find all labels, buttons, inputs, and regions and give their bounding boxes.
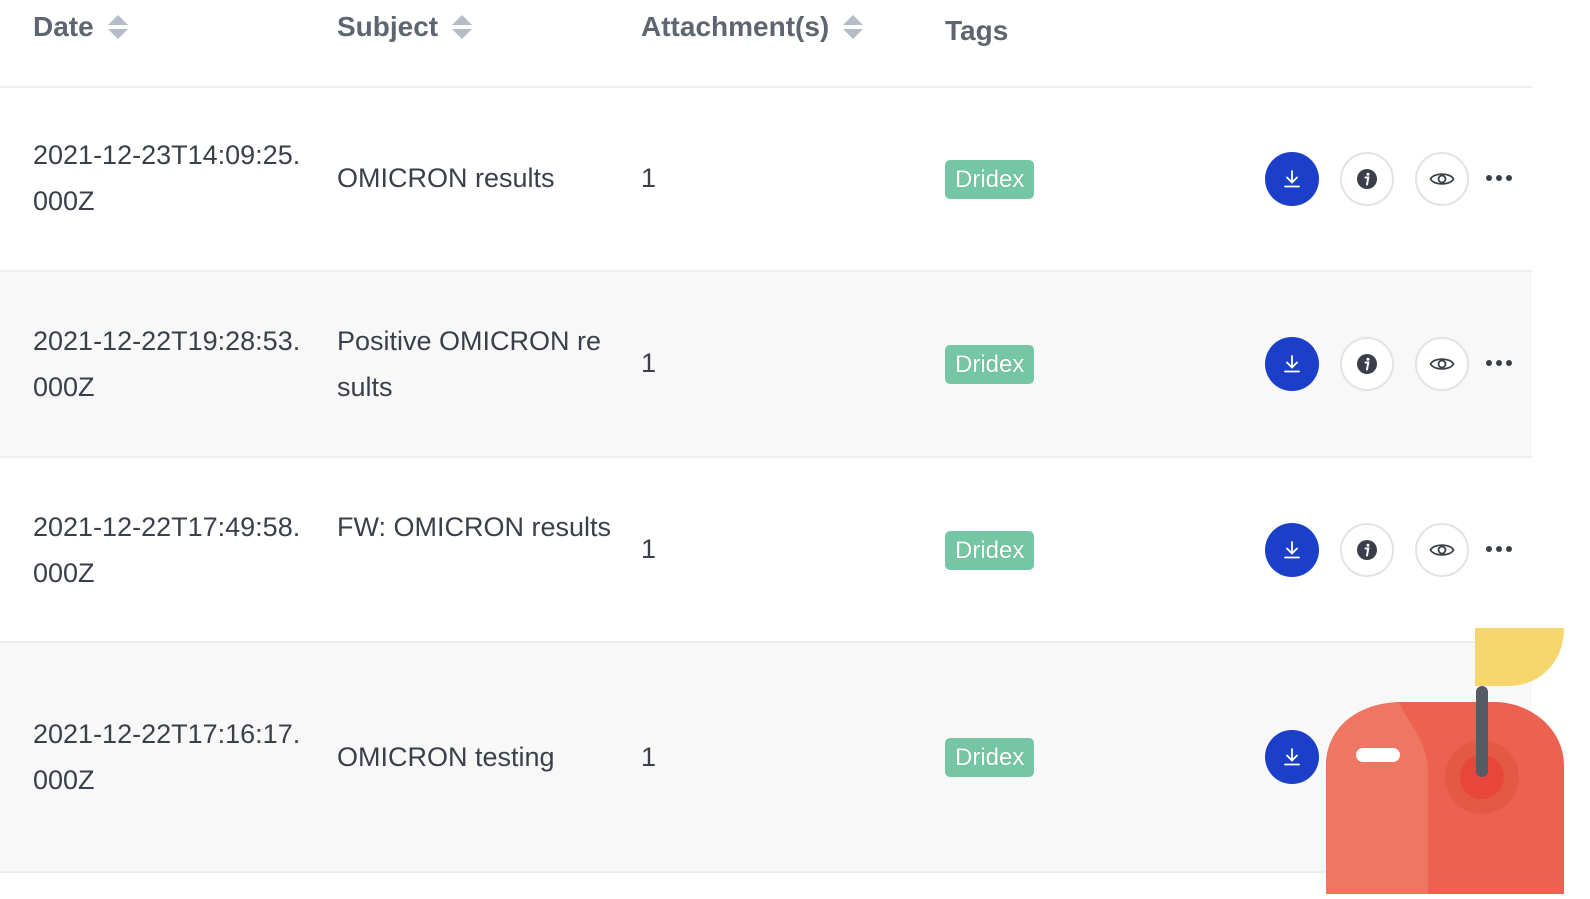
info-button[interactable] bbox=[1340, 523, 1394, 577]
sort-icon[interactable] bbox=[843, 14, 864, 40]
eye-icon bbox=[1429, 358, 1455, 370]
download-icon bbox=[1284, 355, 1300, 373]
info-button[interactable] bbox=[1340, 337, 1394, 391]
email-subject[interactable]: OMICRON results bbox=[337, 155, 612, 201]
attachment-count: 1 bbox=[641, 742, 657, 772]
download-icon bbox=[1284, 748, 1300, 766]
column-header-date[interactable]: Date bbox=[33, 10, 128, 44]
email-date: 2021-12-22T19:28:53.000Z bbox=[33, 326, 301, 402]
download-button[interactable] bbox=[1265, 730, 1319, 784]
tag-badge[interactable]: Dridex bbox=[945, 531, 1035, 570]
download-button[interactable] bbox=[1265, 523, 1319, 577]
attachment-count: 1 bbox=[641, 534, 657, 564]
table-row[interactable]: 2021-12-23T14:09:25.000Z OMICRON results… bbox=[0, 88, 1532, 272]
more-icon[interactable] bbox=[1479, 539, 1519, 559]
email-date: 2021-12-22T17:16:17.000Z bbox=[33, 719, 301, 795]
eye-icon bbox=[1429, 173, 1455, 185]
mailbox-illustration bbox=[1326, 628, 1590, 894]
column-header-label: Date bbox=[33, 11, 94, 42]
sort-icon[interactable] bbox=[107, 14, 128, 40]
email-subject[interactable]: FW: OMICRON results bbox=[337, 504, 612, 550]
info-icon bbox=[1357, 354, 1377, 374]
column-header-attachments[interactable]: Attachment(s) bbox=[641, 10, 864, 44]
table-row[interactable]: 2021-12-22T17:16:17.000Z OMICRON testing… bbox=[0, 643, 1532, 873]
eye-icon bbox=[1429, 544, 1455, 556]
email-subject[interactable]: OMICRON testing bbox=[337, 734, 612, 780]
column-header-label: Attachment(s) bbox=[641, 11, 830, 42]
tag-badge[interactable]: Dridex bbox=[945, 160, 1035, 199]
attachment-count: 1 bbox=[641, 348, 657, 378]
table-row[interactable]: 2021-12-22T19:28:53.000Z Positive OMICRO… bbox=[0, 272, 1532, 458]
more-icon[interactable] bbox=[1479, 353, 1519, 373]
email-subject[interactable]: Positive OMICRON results bbox=[337, 318, 612, 410]
column-header-subject[interactable]: Subject bbox=[337, 10, 473, 44]
preview-button[interactable] bbox=[1415, 523, 1469, 577]
email-date: 2021-12-22T17:49:58.000Z bbox=[33, 512, 301, 588]
info-icon bbox=[1357, 540, 1377, 560]
tag-badge[interactable]: Dridex bbox=[945, 345, 1035, 384]
download-button[interactable] bbox=[1265, 152, 1319, 206]
column-header-tags: Tags bbox=[945, 14, 1008, 48]
download-button[interactable] bbox=[1265, 337, 1319, 391]
column-header-label: Tags bbox=[945, 15, 1009, 46]
email-date: 2021-12-23T14:09:25.000Z bbox=[33, 140, 301, 216]
download-icon bbox=[1284, 170, 1300, 188]
more-icon[interactable] bbox=[1479, 168, 1519, 188]
column-header-label: Subject bbox=[337, 11, 439, 42]
table-header: Date Subject Attachment(s) Tags bbox=[0, 0, 1532, 88]
info-button[interactable] bbox=[1340, 152, 1394, 206]
table-row[interactable]: 2021-12-22T17:49:58.000Z FW: OMICRON res… bbox=[0, 458, 1532, 643]
download-icon bbox=[1284, 541, 1300, 559]
preview-button[interactable] bbox=[1415, 337, 1469, 391]
sort-icon[interactable] bbox=[452, 14, 473, 40]
preview-button[interactable] bbox=[1415, 152, 1469, 206]
attachment-count: 1 bbox=[641, 163, 657, 193]
tag-badge[interactable]: Dridex bbox=[945, 738, 1035, 777]
info-icon bbox=[1357, 169, 1377, 189]
